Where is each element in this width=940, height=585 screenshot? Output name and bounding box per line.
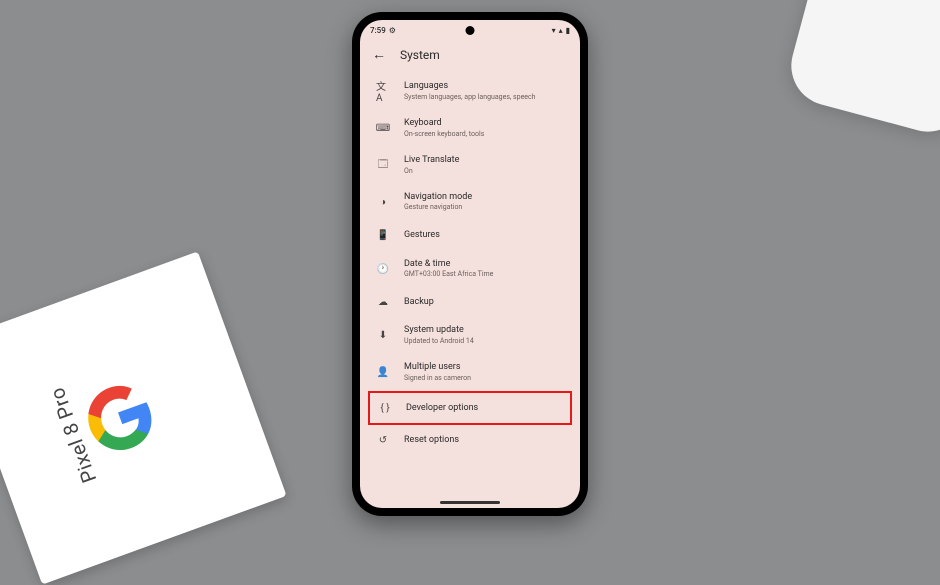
phone-screen: 7:59 ⚙ ▾ ▴ ▮ ← System 文A Languages Syste… <box>360 20 580 508</box>
wifi-icon: ▾ <box>552 26 556 35</box>
item-title: Date & time <box>404 259 493 270</box>
battery-icon: ▮ <box>566 26 570 35</box>
item-title: Languages <box>404 81 536 92</box>
back-arrow-icon[interactable]: ← <box>372 46 386 63</box>
item-subtitle: On-screen keyboard, tools <box>404 130 484 139</box>
list-item-multiple-users[interactable]: 👤 Multiple users Signed in as cameron <box>364 354 576 391</box>
reset-icon: ↺ <box>376 433 390 447</box>
settings-icon: ⚙ <box>389 26 396 35</box>
earbuds-case <box>782 0 940 141</box>
item-subtitle: GMT+03:00 East Africa Time <box>404 270 493 279</box>
navigation-icon: ◑ <box>376 195 390 209</box>
keyboard-icon: ⌨ <box>376 121 390 135</box>
item-title: Backup <box>404 297 434 308</box>
status-time: 7:59 <box>370 26 386 35</box>
list-item-system-update[interactable]: ⬇ System update Updated to Android 14 <box>364 317 576 354</box>
code-braces-icon: { } <box>378 401 392 415</box>
clock-icon: 🕐 <box>376 262 390 276</box>
item-subtitle: System languages, app languages, speech <box>404 93 536 102</box>
languages-icon: 文A <box>376 84 390 98</box>
product-box: Pixel 8 Pro <box>0 251 287 584</box>
item-title: Gestures <box>404 230 440 241</box>
item-title: Keyboard <box>404 118 484 129</box>
camera-hole <box>466 26 475 35</box>
list-item-navigation-mode[interactable]: ◑ Navigation mode Gesture navigation <box>364 184 576 221</box>
list-item-languages[interactable]: 文A Languages System languages, app langu… <box>364 73 576 110</box>
gestures-icon: 📱 <box>376 229 390 243</box>
page-title: System <box>400 48 440 62</box>
nav-handle[interactable] <box>440 501 500 504</box>
item-title: System update <box>404 325 474 336</box>
list-item-gestures[interactable]: 📱 Gestures <box>364 221 576 251</box>
item-title: Live Translate <box>404 155 459 166</box>
translate-icon: 🗔 <box>376 158 390 172</box>
settings-list: 文A Languages System languages, app langu… <box>360 73 580 455</box>
cloud-icon: ☁ <box>376 295 390 309</box>
item-subtitle: On <box>404 167 459 176</box>
item-title: Reset options <box>404 435 459 446</box>
users-icon: 👤 <box>376 366 390 380</box>
list-item-live-translate[interactable]: 🗔 Live Translate On <box>364 147 576 184</box>
signal-icon: ▴ <box>559 26 563 35</box>
item-title: Developer options <box>406 403 478 414</box>
item-title: Navigation mode <box>404 192 472 203</box>
item-subtitle: Updated to Android 14 <box>404 337 474 346</box>
list-item-backup[interactable]: ☁ Backup <box>364 287 576 317</box>
item-subtitle: Signed in as cameron <box>404 374 471 383</box>
list-item-reset-options[interactable]: ↺ Reset options <box>364 425 576 455</box>
update-icon: ⬇ <box>376 329 390 343</box>
page-header: ← System <box>360 40 580 73</box>
list-item-date-time[interactable]: 🕐 Date & time GMT+03:00 East Africa Time <box>364 251 576 288</box>
item-title: Multiple users <box>404 362 471 373</box>
phone-frame: 7:59 ⚙ ▾ ▴ ▮ ← System 文A Languages Syste… <box>352 12 588 516</box>
list-item-keyboard[interactable]: ⌨ Keyboard On-screen keyboard, tools <box>364 110 576 147</box>
item-subtitle: Gesture navigation <box>404 203 472 212</box>
list-item-developer-options[interactable]: { } Developer options <box>368 391 572 425</box>
